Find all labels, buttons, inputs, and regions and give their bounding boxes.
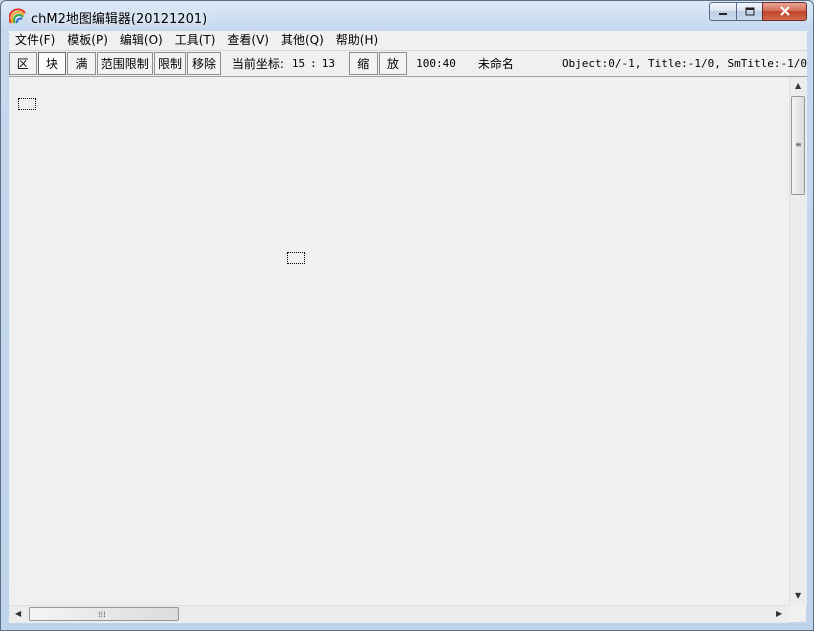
- toolbar: 区 块 满 范围限制 限制 移除 当前坐标: 15 : 13 缩 放 100:4…: [9, 51, 807, 77]
- coordinate-separator: :: [310, 57, 317, 70]
- menu-bar: 文件(F) 模板(P) 编辑(O) 工具(T) 查看(V) 其他(Q) 帮助(H…: [9, 31, 807, 51]
- grip-icon: ⁞⁞⁞: [98, 610, 106, 619]
- zoom-out-button[interactable]: 缩: [348, 52, 378, 75]
- menu-template[interactable]: 模板(P): [61, 31, 114, 50]
- maximize-icon: [745, 5, 755, 19]
- horizontal-scrollbar[interactable]: ◀ ⁞⁞⁞ ▶: [9, 605, 789, 623]
- selection-marker[interactable]: [18, 98, 36, 110]
- block-button[interactable]: 块: [37, 52, 67, 75]
- window-controls: [709, 2, 807, 21]
- area-button[interactable]: 区: [9, 52, 37, 75]
- zoom-in-button[interactable]: 放: [378, 52, 408, 75]
- window-title: chM2地图编辑器(20121201): [31, 12, 208, 27]
- scroll-left-icon[interactable]: ◀: [15, 610, 21, 618]
- menu-tools[interactable]: 工具(T): [169, 31, 222, 50]
- minimize-button[interactable]: [709, 2, 736, 21]
- coordinate-x: 15: [291, 57, 306, 70]
- fill-button[interactable]: 满: [67, 52, 96, 75]
- remove-button[interactable]: 移除: [187, 52, 221, 75]
- scroll-down-icon[interactable]: ▼: [795, 592, 801, 600]
- vertical-scrollbar[interactable]: ▲ ≡ ▼: [789, 77, 807, 605]
- app-window: chM2地图编辑器(20121201) 文件(F) 模板(P) 编辑(O) 工具…: [0, 0, 814, 631]
- close-icon: [779, 5, 791, 19]
- grip-icon: ≡: [795, 140, 802, 149]
- coordinate-label: 当前坐标:: [231, 57, 284, 71]
- zoom-level: 100:40: [416, 57, 456, 70]
- minimize-icon: [718, 5, 728, 19]
- scroll-up-icon[interactable]: ▲: [795, 82, 801, 90]
- rainbow-arc-icon: [8, 7, 27, 25]
- cursor-marker[interactable]: [287, 252, 305, 264]
- limit-button[interactable]: 限制: [153, 52, 187, 75]
- menu-view[interactable]: 查看(V): [221, 31, 275, 50]
- map-name: 未命名: [477, 57, 514, 71]
- menu-edit[interactable]: 编辑(O): [114, 31, 169, 50]
- map-canvas[interactable]: [9, 77, 789, 605]
- maximize-button[interactable]: [736, 2, 762, 21]
- horizontal-scroll-thumb[interactable]: ⁞⁞⁞: [29, 607, 179, 621]
- menu-file[interactable]: 文件(F): [9, 31, 61, 50]
- range-limit-button[interactable]: 范围限制: [96, 52, 153, 75]
- scrollbar-corner: [789, 605, 806, 622]
- object-status: Object:0/-1, Title:-1/0, SmTitle:-1/0: [561, 57, 807, 70]
- vertical-scroll-thumb[interactable]: ≡: [791, 96, 805, 195]
- coordinate-y: 13: [321, 57, 335, 70]
- close-button[interactable]: [762, 2, 807, 21]
- menu-other[interactable]: 其他(Q): [275, 31, 330, 50]
- menu-help[interactable]: 帮助(H): [330, 31, 384, 50]
- title-bar[interactable]: chM2地图编辑器(20121201): [1, 1, 813, 31]
- scroll-right-icon[interactable]: ▶: [776, 610, 782, 618]
